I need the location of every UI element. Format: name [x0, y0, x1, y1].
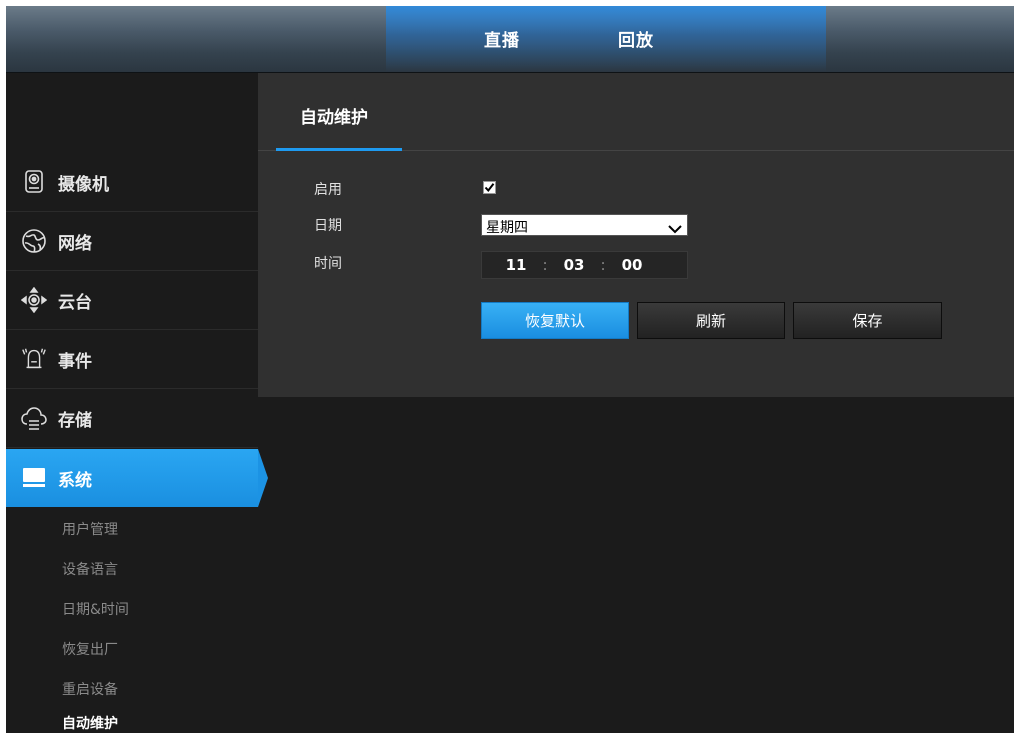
hour-field[interactable]: 11	[496, 256, 536, 274]
sidebar-item-label: 系统	[58, 470, 92, 491]
time-separator: :	[600, 256, 606, 274]
page-title: 自动维护	[300, 108, 368, 128]
ptz-icon	[20, 286, 48, 314]
sidebar-item-label: 摄像机	[58, 174, 109, 195]
sidebar: 摄像机 网络 云台 事件 存储 系统 用户管理 设备语言 日期&时间 恢复出厂 …	[6, 73, 268, 733]
date-select[interactable]: 星期四	[481, 214, 688, 236]
top-bar: 直播 回放	[6, 6, 1014, 73]
time-label: 时间	[314, 256, 342, 272]
enable-label: 启用	[314, 182, 342, 198]
sidebar-item-label: 存储	[58, 410, 92, 431]
save-button[interactable]: 保存	[793, 302, 942, 339]
subitem-factory-reset[interactable]: 恢复出厂	[62, 639, 118, 659]
subitem-user-management[interactable]: 用户管理	[62, 519, 118, 539]
enable-checkbox[interactable]	[483, 181, 496, 194]
sidebar-item-event[interactable]: 事件	[6, 330, 258, 389]
date-select-value: 星期四	[486, 220, 528, 236]
sidebar-item-storage[interactable]: 存储	[6, 389, 258, 448]
panel-header: 自动维护	[258, 73, 1014, 151]
tab-playback[interactable]: 回放	[618, 26, 654, 51]
app-frame: 直播 回放 摄像机 网络 云台 事件 存储 系统 用户管理 设备语言 日期&时间…	[6, 6, 1014, 733]
chevron-down-icon	[668, 219, 682, 238]
content-panel: 自动维护 启用 日期 星期四 时间 11 : 03 : 00 恢复默认 刷新 保…	[258, 73, 1014, 397]
checkmark-icon	[484, 183, 495, 193]
subitem-date-time[interactable]: 日期&时间	[62, 599, 129, 619]
refresh-button[interactable]: 刷新	[637, 302, 785, 339]
minute-field[interactable]: 03	[554, 256, 594, 274]
sidebar-item-label: 云台	[58, 292, 92, 313]
cloud-storage-icon	[20, 404, 48, 432]
sidebar-item-label: 事件	[58, 351, 92, 372]
second-field[interactable]: 00	[612, 256, 652, 274]
sidebar-item-network[interactable]: 网络	[6, 212, 258, 271]
tab-live[interactable]: 直播	[484, 26, 520, 51]
title-underline	[276, 148, 402, 151]
time-input: 11 : 03 : 00	[481, 251, 688, 279]
sidebar-item-label: 网络	[58, 233, 92, 254]
monitor-icon	[20, 464, 48, 492]
subitem-reboot-device[interactable]: 重启设备	[62, 679, 118, 699]
date-label: 日期	[314, 218, 342, 234]
network-globe-icon	[20, 227, 48, 255]
sidebar-item-ptz[interactable]: 云台	[6, 271, 258, 330]
subitem-device-language[interactable]: 设备语言	[62, 559, 118, 579]
sidebar-item-system[interactable]: 系统	[6, 449, 268, 507]
sidebar-item-camera[interactable]: 摄像机	[6, 153, 258, 212]
subitem-auto-maintenance[interactable]: 自动维护	[62, 713, 118, 733]
camera-icon	[20, 168, 48, 196]
restore-default-button[interactable]: 恢复默认	[481, 302, 629, 339]
alarm-bell-icon	[20, 345, 48, 373]
time-separator: :	[542, 256, 548, 274]
